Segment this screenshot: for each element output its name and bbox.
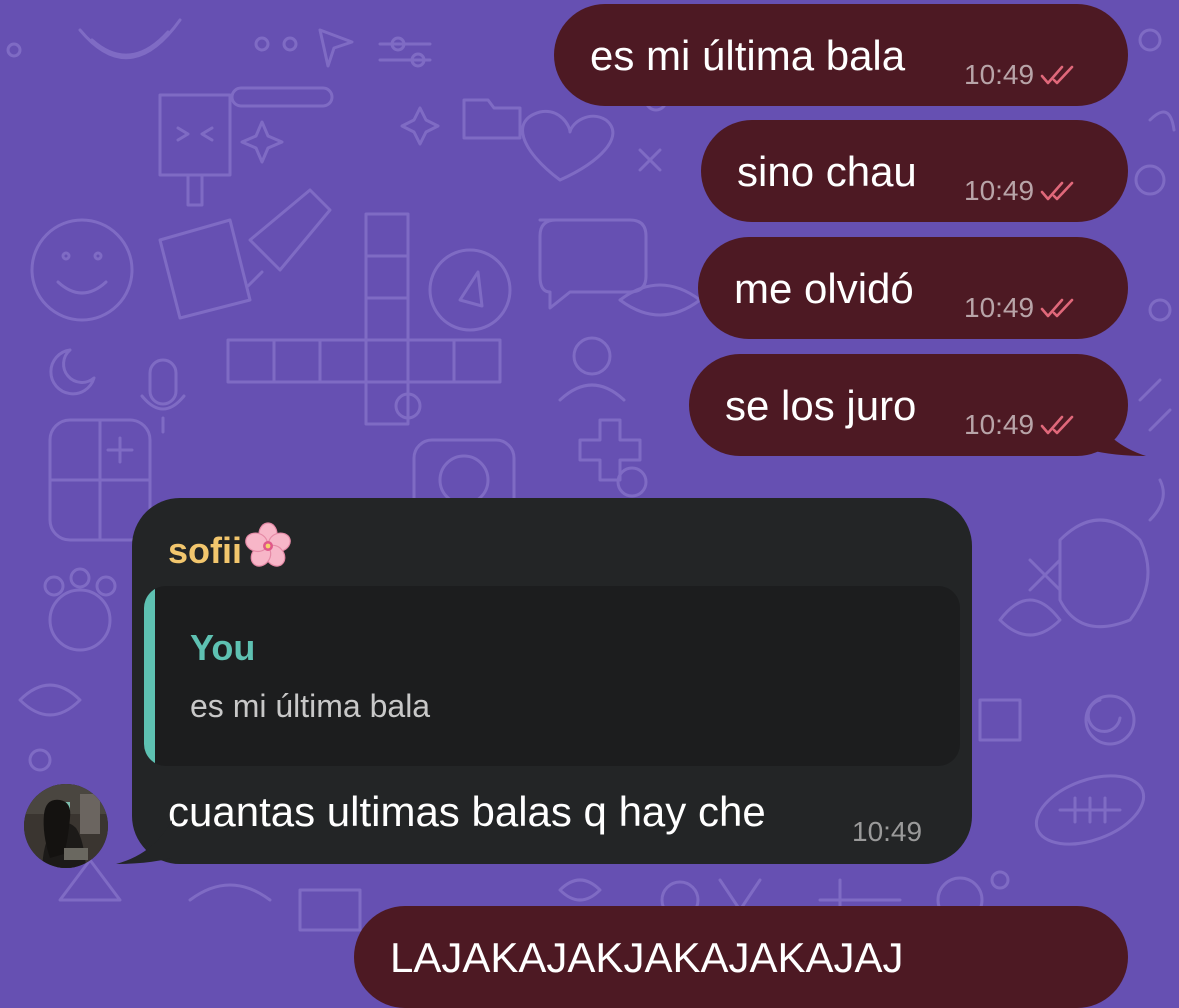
message-text: me olvidó	[734, 265, 914, 312]
profile-photo-icon	[24, 784, 108, 868]
incoming-message-bubble[interactable]: sofii You es mi última bala cuantas ulti…	[132, 498, 972, 864]
message-text: cuantas ultimas balas q hay che	[168, 788, 766, 835]
message-meta: 10:49	[964, 410, 1076, 440]
message-text: sino chau	[737, 148, 917, 195]
sender-name-text: sofii	[168, 530, 243, 571]
message-time: 10:49	[964, 175, 1035, 206]
bubble-tail	[1090, 410, 1146, 456]
message-time: 10:49	[852, 816, 923, 847]
outgoing-message-bubble[interactable]: me olvidó 10:49	[698, 237, 1128, 339]
outgoing-message-bubble[interactable]: LAJAKAJAKJAKAJAKAJAJ	[354, 906, 1128, 1008]
read-ticks-icon	[1040, 297, 1076, 319]
message-meta: 10:49	[964, 293, 1076, 323]
sender-name[interactable]: sofii	[168, 522, 292, 580]
message-text: LAJAKAJAKJAKAJAKAJAJ	[390, 934, 904, 981]
read-ticks-icon	[1040, 64, 1076, 86]
message-text: es mi última bala	[590, 32, 906, 79]
outgoing-message-bubble[interactable]: se los juro 10:49	[689, 354, 1128, 456]
reply-accent-bar	[144, 586, 155, 766]
avatar[interactable]	[24, 784, 108, 868]
outgoing-message-bubble[interactable]: es mi última bala 10:49	[554, 4, 1128, 106]
reply-author: You	[190, 627, 256, 668]
message-text: se los juro	[725, 382, 917, 429]
bubble-tail	[116, 820, 172, 864]
message-time: 10:49	[964, 292, 1035, 323]
message-meta: 10:49	[964, 60, 1076, 90]
message-meta: 10:49	[964, 176, 1076, 206]
message-time: 10:49	[964, 409, 1035, 440]
cherry-blossom-icon	[244, 522, 292, 580]
reply-quote[interactable]: You es mi última bala	[144, 586, 960, 766]
read-ticks-icon	[1040, 180, 1076, 202]
reply-text: es mi última bala	[190, 688, 431, 724]
read-ticks-icon	[1040, 414, 1076, 436]
message-time: 10:49	[964, 59, 1035, 90]
outgoing-message-bubble[interactable]: sino chau 10:49	[701, 120, 1128, 222]
